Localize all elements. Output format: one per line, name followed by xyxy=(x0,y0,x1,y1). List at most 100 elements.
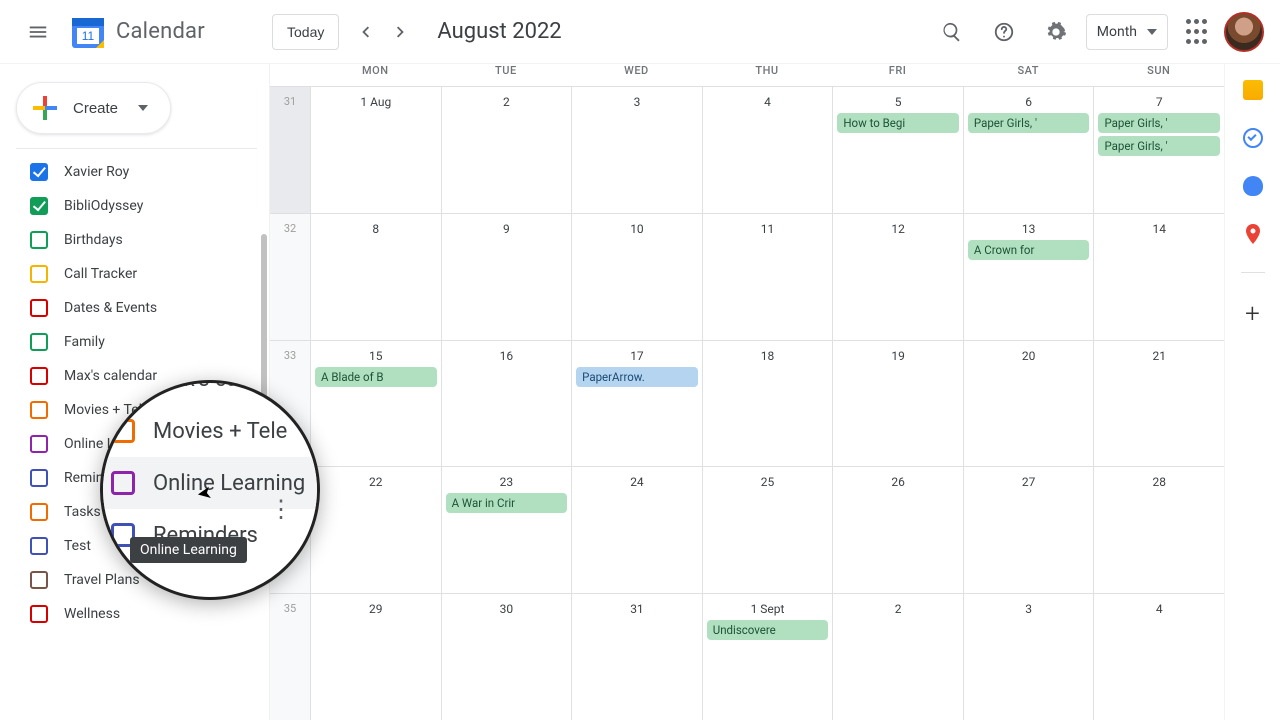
calendar-list-item[interactable]: Tasks and Errands xyxy=(12,495,269,529)
day-cell[interactable]: 6Paper Girls, ' xyxy=(963,87,1094,213)
calendar-list-item[interactable]: Dates & Events xyxy=(12,291,269,325)
calendar-label: Tasks and Errands xyxy=(64,504,179,520)
create-button[interactable]: Create xyxy=(16,82,171,134)
settings-button[interactable] xyxy=(1034,10,1078,54)
next-period-button[interactable] xyxy=(383,14,419,50)
day-cell[interactable]: 31 xyxy=(571,594,702,720)
day-cell[interactable]: 2 xyxy=(441,87,572,213)
calendar-checkbox[interactable] xyxy=(30,571,48,589)
day-cell[interactable]: 24 xyxy=(571,467,702,593)
search-button[interactable] xyxy=(930,10,974,54)
calendar-list-item[interactable]: Movies + Television xyxy=(12,393,269,427)
calendar-checkbox[interactable] xyxy=(30,231,48,249)
day-cell[interactable]: 25 xyxy=(702,467,833,593)
day-number: 21 xyxy=(1098,349,1220,363)
day-cell[interactable]: 9 xyxy=(441,214,572,340)
add-addon-button[interactable]: + xyxy=(1245,301,1260,327)
plus-icon xyxy=(31,94,59,122)
calendar-checkbox[interactable] xyxy=(30,299,48,317)
today-button[interactable]: Today xyxy=(272,14,339,50)
day-cell[interactable]: 28 xyxy=(1093,467,1224,593)
calendar-checkbox[interactable] xyxy=(30,265,48,283)
search-icon xyxy=(941,21,963,43)
day-cell[interactable]: 30 xyxy=(441,594,572,720)
side-panel: + xyxy=(1224,64,1280,720)
day-cell[interactable]: 21 xyxy=(1093,341,1224,467)
calendar-list-item[interactable]: Reminders xyxy=(12,461,269,495)
calendar-checkbox[interactable] xyxy=(30,163,48,181)
scrollbar-thumb[interactable] xyxy=(261,234,267,534)
calendar-checkbox[interactable] xyxy=(30,367,48,385)
event-chip[interactable]: Undiscovere xyxy=(707,620,829,640)
view-selector[interactable]: Month xyxy=(1086,14,1168,50)
day-cell[interactable]: 15A Blade of B xyxy=(310,341,441,467)
day-cell[interactable]: 8 xyxy=(310,214,441,340)
calendar-checkbox[interactable] xyxy=(30,469,48,487)
day-cell[interactable]: 18 xyxy=(702,341,833,467)
day-number: 14 xyxy=(1098,222,1220,236)
day-cell[interactable]: 11 xyxy=(702,214,833,340)
calendar-checkbox[interactable] xyxy=(30,197,48,215)
tasks-icon[interactable] xyxy=(1243,128,1263,148)
day-cell[interactable]: 3 xyxy=(963,594,1094,720)
calendar-list-item[interactable]: Birthdays xyxy=(12,223,269,257)
event-chip[interactable]: PaperArrow. xyxy=(576,367,698,387)
event-chip[interactable]: Paper Girls, ' xyxy=(1098,136,1220,156)
day-cell[interactable]: 4 xyxy=(1093,594,1224,720)
calendar-checkbox[interactable] xyxy=(30,605,48,623)
calendar-list-item[interactable]: Max's calendar xyxy=(12,359,269,393)
calendar-list-item[interactable]: Travel Plans xyxy=(12,563,269,597)
calendar-checkbox[interactable] xyxy=(30,333,48,351)
day-number: 23 xyxy=(446,475,568,489)
day-cell[interactable]: 1 Aug xyxy=(310,87,441,213)
event-chip[interactable]: How to Begi xyxy=(837,113,959,133)
day-cell[interactable]: 12 xyxy=(832,214,963,340)
maps-icon[interactable] xyxy=(1243,224,1263,244)
event-chip[interactable]: Paper Girls, ' xyxy=(968,113,1090,133)
day-cell[interactable]: 20 xyxy=(963,341,1094,467)
day-cell[interactable]: 19 xyxy=(832,341,963,467)
tooltip: Online Learning xyxy=(130,537,247,563)
day-number: 18 xyxy=(707,349,829,363)
day-cell[interactable]: 10 xyxy=(571,214,702,340)
event-chip[interactable]: A War in Crir xyxy=(446,493,568,513)
day-cell[interactable]: 1 SeptUndiscovere xyxy=(702,594,833,720)
account-avatar[interactable] xyxy=(1224,12,1264,52)
calendar-list-item[interactable]: Online Learning Calendar xyxy=(12,427,269,461)
day-cell[interactable]: 23 A War in Crir xyxy=(441,467,572,593)
day-cell[interactable]: 27 xyxy=(963,467,1094,593)
day-cell[interactable]: 3 xyxy=(571,87,702,213)
prev-period-button[interactable] xyxy=(347,14,383,50)
calendar-checkbox[interactable] xyxy=(30,537,48,555)
create-button-label: Create xyxy=(73,100,118,117)
day-cell[interactable]: 7Paper Girls, 'Paper Girls, ' xyxy=(1093,87,1224,213)
day-cell[interactable]: 17PaperArrow. xyxy=(571,341,702,467)
calendar-checkbox[interactable] xyxy=(30,401,48,419)
calendar-list-item[interactable]: Wellness xyxy=(12,597,269,631)
calendar-list-item[interactable]: Xavier Roy xyxy=(12,155,269,189)
help-button[interactable] xyxy=(982,10,1026,54)
keep-icon[interactable] xyxy=(1243,80,1263,100)
day-cell[interactable]: 29 xyxy=(310,594,441,720)
day-number: 11 xyxy=(707,222,829,236)
app-header: 11 Calendar Today August 2022 Month xyxy=(0,0,1280,64)
day-cell[interactable]: 14 xyxy=(1093,214,1224,340)
event-chip[interactable]: Paper Girls, ' xyxy=(1098,113,1220,133)
google-apps-button[interactable] xyxy=(1176,12,1216,52)
day-cell[interactable]: 5How to Begi xyxy=(832,87,963,213)
event-chip[interactable]: A Blade of B xyxy=(315,367,437,387)
contacts-icon[interactable] xyxy=(1243,176,1263,196)
day-cell[interactable]: 13A Crown for xyxy=(963,214,1094,340)
day-cell[interactable]: 16 xyxy=(441,341,572,467)
day-cell[interactable]: 2 xyxy=(832,594,963,720)
calendar-list-item[interactable]: Call Tracker xyxy=(12,257,269,291)
event-chip[interactable]: A Crown for xyxy=(968,240,1090,260)
calendar-list-item[interactable]: BibliOdyssey xyxy=(12,189,269,223)
day-cell[interactable]: 4 xyxy=(702,87,833,213)
day-cell[interactable]: 26 xyxy=(832,467,963,593)
main-menu-button[interactable] xyxy=(16,10,60,54)
calendar-checkbox[interactable] xyxy=(30,435,48,453)
day-cell[interactable]: 22 xyxy=(310,467,441,593)
calendar-checkbox[interactable] xyxy=(30,503,48,521)
calendar-list-item[interactable]: Family xyxy=(12,325,269,359)
